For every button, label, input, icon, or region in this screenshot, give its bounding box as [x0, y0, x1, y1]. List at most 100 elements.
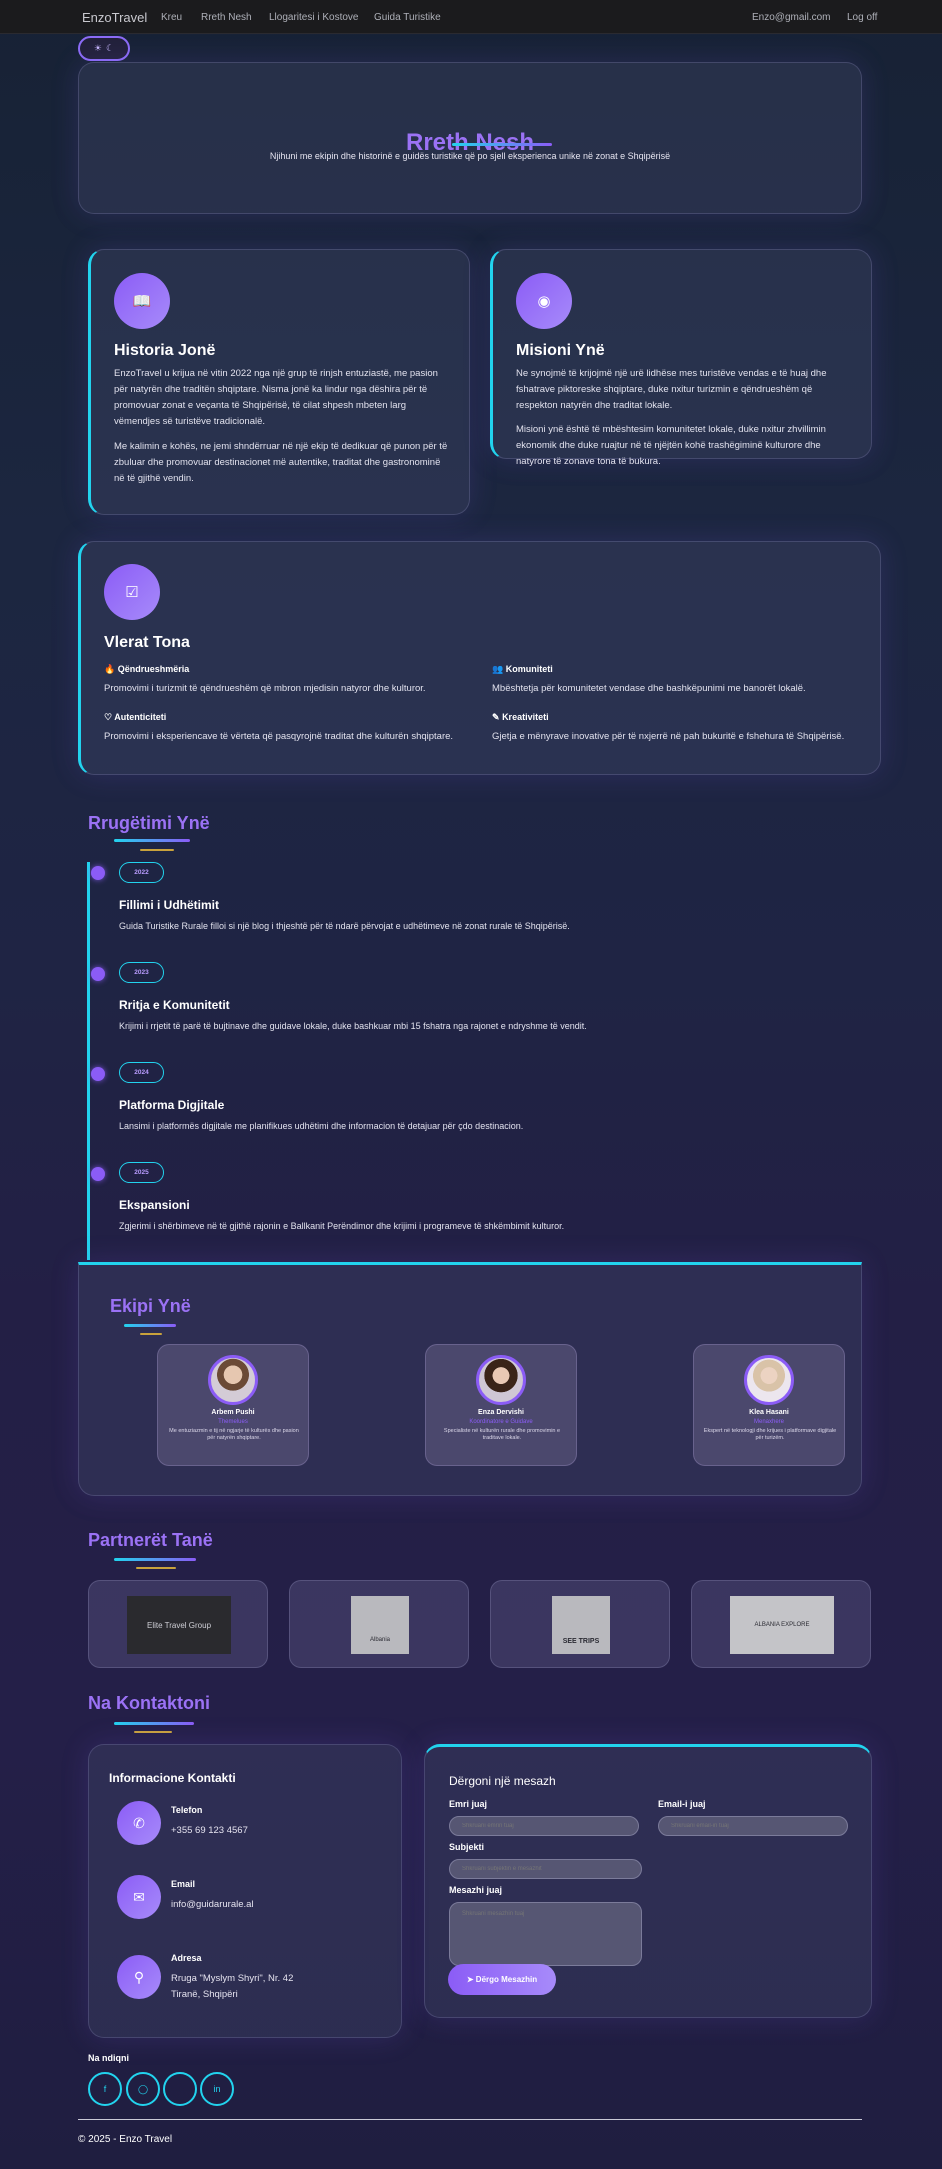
nav-link-tour-guide[interactable]: Guida Turistike — [374, 12, 441, 23]
timeline-description: Zgjerimi i shërbimeve në të gjithë rajon… — [119, 1221, 565, 1231]
team-title: Ekipi Ynë — [110, 1296, 191, 1316]
partner-card[interactable]: SEE TRIPS — [490, 1580, 670, 1668]
member-description: Me entuziazmin e tij në ngjarje të kultu… — [169, 1428, 299, 1441]
contact-info-card: Informacione Kontakti ✆ Telefon +355 69 … — [88, 1744, 402, 2038]
email-label: Email — [171, 1879, 196, 1889]
nav-link-home[interactable]: Kreu — [161, 12, 182, 23]
value-text: Gjetja e mënyrave inovative për të nxjer… — [492, 731, 845, 742]
address-line-2: Tiranë, Shqipëri — [171, 1989, 238, 2000]
send-icon: ➤ — [466, 1975, 476, 1984]
timeline-dot — [91, 866, 105, 880]
subject-label: Subjekti — [449, 1842, 485, 1852]
top-navbar: EnzoTravel Kreu Rreth Nesh Llogaritesi i… — [0, 0, 942, 34]
timeline-description: Guida Turistike Rurale filloi si një blo… — [119, 921, 570, 931]
value-label: Kreativiteti — [502, 712, 549, 722]
brand-logo[interactable]: EnzoTravel — [82, 10, 147, 25]
member-role: Menaxhere — [753, 1419, 785, 1425]
user-email: Enzo@gmail.com — [752, 12, 831, 23]
message-textarea[interactable] — [449, 1902, 642, 1966]
send-message-button[interactable]: ➤ Dërgo Mesazhin — [448, 1964, 556, 1995]
section-underline — [124, 1324, 176, 1327]
team-member-card[interactable]: Arbem Pushi Themelues Me entuziazmin e t… — [157, 1344, 309, 1466]
partner-logo: Albania — [351, 1596, 409, 1654]
value-label: Komuniteti — [505, 664, 553, 674]
phone-value[interactable]: +355 69 123 4567 — [171, 1825, 248, 1836]
subject-input[interactable] — [449, 1859, 642, 1879]
values-title: Vlerat Tona — [104, 634, 190, 651]
email-field-label: Email-i juaj — [658, 1799, 706, 1809]
instagram-icon[interactable]: ◯ — [126, 2072, 160, 2106]
member-name: Klea Hasani — [749, 1409, 789, 1416]
timeline-dot — [91, 1067, 105, 1081]
nav-link-about[interactable]: Rreth Nesh — [201, 12, 252, 23]
title-underline — [452, 143, 552, 146]
history-paragraph-1: EnzoTravel u krijua në vitin 2022 nga nj… — [114, 368, 438, 427]
address-label: Adresa — [171, 1953, 202, 1963]
sun-icon: ☀ — [93, 43, 102, 53]
value-authenticity: ♡ Autenticiteti — [104, 712, 166, 723]
member-role: Koordinatore e Guidave — [469, 1419, 533, 1425]
name-input[interactable] — [449, 1816, 639, 1836]
team-member-card[interactable]: Klea Hasani Menaxhere Ekspert në teknolo… — [693, 1344, 845, 1466]
section-underline-gold — [134, 1731, 172, 1733]
values-card: ☑ Vlerat Tona 🔥 Qëndrueshmëria Promovimi… — [78, 541, 881, 775]
message-label: Mesazhi juaj — [449, 1885, 503, 1895]
member-description: Specialiste në kulturën rurale dhe promo… — [443, 1428, 561, 1441]
timeline-title: Ekspansioni — [119, 1198, 190, 1212]
partner-card[interactable]: Elite Travel Group — [88, 1580, 268, 1668]
journey-title: Rrugëtimi Ynë — [88, 813, 210, 833]
footer-divider — [78, 2119, 862, 2120]
checkbox-icon: ☑ — [104, 564, 160, 620]
section-underline — [114, 1558, 196, 1561]
member-role: Themelues — [218, 1419, 248, 1425]
pencil-icon: ✎ — [492, 712, 500, 722]
value-creativity: ✎ Kreativiteti — [492, 712, 549, 723]
form-title: Dërgoni një mesazh — [449, 1774, 556, 1788]
linkedin-icon[interactable]: in — [200, 2072, 234, 2106]
section-underline-gold — [140, 1333, 162, 1335]
email-value[interactable]: info@guidarurale.al — [171, 1899, 254, 1910]
section-underline — [114, 1722, 194, 1725]
mission-card: ◉ Misioni Ynë Ne synojmë të krijojmë një… — [490, 249, 872, 467]
social-icon[interactable] — [163, 2072, 197, 2106]
location-pin-icon: ⚲ — [117, 1955, 161, 1999]
timeline-title: Rritja e Komunitetit — [119, 998, 230, 1012]
avatar — [208, 1355, 258, 1405]
value-text: Promovimi i eksperiencave të vërteta që … — [104, 731, 454, 742]
value-community: 👥 Komuniteti — [492, 664, 553, 675]
nav-link-cost-calculator[interactable]: Llogaritesi i Kostove — [269, 12, 359, 23]
member-name: Arbem Pushi — [211, 1409, 255, 1416]
member-description: Ekspert në teknologji dhe krijues i plat… — [703, 1428, 837, 1441]
value-sustainability: 🔥 Qëndrueshmëria — [104, 664, 189, 675]
timeline-description: Lansimi i platformës digjitale me planif… — [119, 1121, 524, 1131]
logout-link[interactable]: Log off — [847, 12, 877, 23]
partner-card[interactable]: Albania — [289, 1580, 469, 1668]
partner-logo: Elite Travel Group — [127, 1596, 231, 1654]
timeline-title: Platforma Digjitale — [119, 1098, 225, 1112]
value-text: Mbështetja për komunitetet vendase dhe b… — [492, 683, 806, 694]
theme-toggle[interactable]: ☀ ☾ — [78, 36, 130, 61]
timeline-dot — [91, 1167, 105, 1181]
partners-title: Partnerët Tanë — [88, 1530, 213, 1550]
timeline-description: Krijimi i rrjetit të parë të bujtinave d… — [119, 1021, 587, 1031]
moon-icon: ☾ — [106, 43, 115, 53]
value-text: Promovimi i turizmit të qëndrueshëm që m… — [104, 683, 426, 694]
mission-title: Misioni Ynë — [516, 342, 605, 359]
phone-label: Telefon — [171, 1805, 203, 1815]
value-label: Qëndrueshmëria — [117, 664, 190, 674]
email-input[interactable] — [658, 1816, 848, 1836]
mission-paragraph-2: Misioni ynë është të mbështesim komunite… — [516, 424, 826, 467]
heart-icon: ♡ — [104, 712, 113, 722]
history-card: 📖 Historia Jonë EnzoTravel u krijua në v… — [88, 249, 470, 515]
partner-card[interactable]: ALBANIA EXPLORE — [691, 1580, 871, 1668]
history-title: Historia Jonë — [114, 342, 216, 359]
timeline-year-badge: 2025 — [119, 1162, 164, 1183]
partner-logo: SEE TRIPS — [552, 1596, 610, 1654]
timeline-year-badge: 2024 — [119, 1062, 164, 1083]
facebook-icon[interactable]: f — [88, 2072, 122, 2106]
timeline-dot — [91, 967, 105, 981]
mission-paragraph-1: Ne synojmë të krijojmë një urë lidhëse m… — [516, 368, 827, 411]
team-member-card[interactable]: Enza Dervishi Koordinatore e Guidave Spe… — [425, 1344, 577, 1466]
timeline-year-badge: 2023 — [119, 962, 164, 983]
book-icon: 📖 — [114, 273, 170, 329]
